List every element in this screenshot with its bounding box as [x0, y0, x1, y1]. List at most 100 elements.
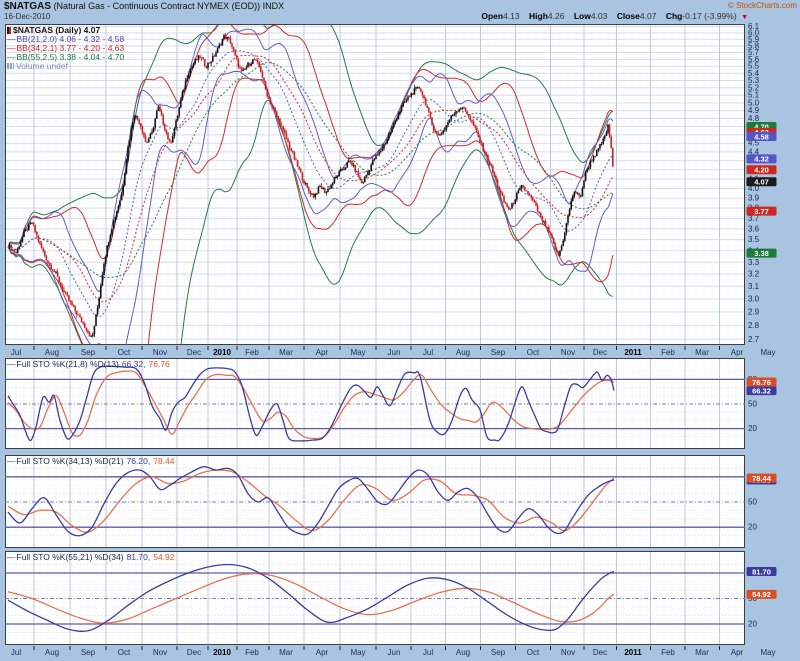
month-label: Apr — [731, 348, 744, 357]
month-label: Sep — [81, 348, 96, 357]
month-label: Sep — [81, 648, 96, 657]
month-label: Mar — [279, 648, 293, 657]
month-label: Dec — [593, 348, 607, 357]
ohlc-quote-bar: Open4.13 High4.26 Low4.03 Close4.07 Chg-… — [474, 11, 748, 21]
y-tick-label: 2.7 — [748, 335, 760, 344]
month-label: Mar — [695, 648, 709, 657]
stochastic-1-legend: Full STO %K(21,8) %D(13)66.32,76.76 — [7, 359, 170, 369]
axis-flag-label: 3.38 — [754, 249, 769, 258]
axis-flag-label: 78.44 — [752, 474, 772, 483]
month-label: 2010 — [213, 348, 231, 357]
month-label: Nov — [561, 648, 575, 657]
y-tick-label: 4.9 — [748, 106, 760, 115]
month-label: Dec — [593, 648, 607, 657]
down-arrow-icon: ▼ — [741, 14, 748, 21]
month-label: Sep — [491, 348, 506, 357]
month-label: May — [350, 348, 365, 357]
month-label: May — [760, 348, 775, 357]
y-tick-label: 20 — [748, 523, 757, 532]
copyright: © StockCharts.com — [728, 1, 797, 10]
axis-flag-label: 4.20 — [754, 166, 769, 175]
d-value: 78.44 — [153, 456, 174, 466]
month-label: Apr — [316, 348, 329, 357]
y-tick-label: 6.1 — [748, 22, 760, 31]
month-label: Aug — [456, 348, 470, 357]
y-tick-label: 3.9 — [748, 194, 760, 203]
low-label: Low — [574, 11, 591, 21]
y-tick-label: 3.5 — [748, 235, 760, 244]
month-label: 2010 — [213, 648, 231, 657]
month-label: Nov — [153, 348, 167, 357]
month-label: Jun — [388, 348, 401, 357]
close-value: 4.07 — [640, 11, 657, 21]
chart-title: $NATGAS (Natural Gas - Continuous Contra… — [4, 1, 284, 12]
y-tick-label: 20 — [748, 424, 757, 433]
open-value: 4.13 — [503, 11, 520, 21]
close-label: Close — [617, 11, 640, 21]
stochastic-panel-2: 80502076.2078.44 — [5, 455, 777, 548]
y-tick-label: 50 — [748, 400, 757, 409]
d-value: 54.92 — [153, 552, 174, 562]
month-label: May — [760, 648, 775, 657]
y-tick-label: 3.2 — [748, 270, 760, 279]
month-label: May — [350, 648, 365, 657]
month-label: Feb — [245, 648, 259, 657]
legend-volume-row: Volume undef — [7, 62, 124, 71]
price-axis-labels: 2.72.82.93.03.13.23.33.43.53.63.73.83.94… — [747, 22, 777, 344]
y-tick-label: 2.9 — [748, 307, 760, 316]
month-label: Sep — [491, 648, 506, 657]
stockcharts-chart: 2.72.82.93.03.13.23.33.43.53.63.73.83.94… — [0, 0, 800, 661]
high-label: High — [529, 11, 548, 21]
ticker-description: (Natural Gas - Continuous Contract NYMEX… — [54, 1, 285, 11]
month-label: Jul — [11, 648, 21, 657]
month-label: Feb — [245, 348, 259, 357]
month-label: Jul — [423, 348, 433, 357]
month-label: Apr — [731, 648, 744, 657]
month-label: Jul — [423, 648, 433, 657]
high-value: 4.26 — [548, 11, 565, 21]
line-swatch-icon — [7, 456, 17, 466]
month-label: 2011 — [624, 648, 642, 657]
change-value: -0.17 (-3.99%) — [682, 11, 736, 21]
month-label: Jul — [11, 348, 21, 357]
y-tick-label: 3.3 — [748, 258, 760, 267]
month-label: Nov — [153, 648, 167, 657]
month-axis-bottom: Jul Aug Sep Oct Nov Dec 2010 Feb Mar Apr May Jun Jul… — [11, 646, 776, 657]
month-label: Dec — [187, 648, 201, 657]
axis-flag-label: 54.92 — [752, 590, 771, 599]
volume-bars-icon — [7, 63, 14, 69]
k-value: 66.32, — [122, 359, 146, 369]
month-label: Jun — [388, 648, 401, 657]
stochastic-panel-3: 80502081.7054.92 — [5, 551, 777, 645]
y-tick-label: 50 — [748, 498, 757, 507]
month-label: Feb — [661, 648, 675, 657]
month-label: Mar — [695, 348, 709, 357]
month-label: Aug — [456, 648, 470, 657]
axis-flag-label: 76.76 — [752, 378, 771, 387]
chart-date: 16-Dec-2010 — [4, 12, 50, 21]
axis-flag-label: 4.07 — [754, 178, 769, 187]
month-label: Feb — [661, 348, 675, 357]
line-swatch-icon — [7, 359, 17, 369]
y-tick-label: 3.1 — [748, 282, 760, 291]
ticker-symbol: $NATGAS — [4, 1, 51, 12]
change-label: Chg — [666, 11, 683, 21]
low-value: 4.03 — [591, 11, 608, 21]
axis-flag-label: 66.32 — [752, 386, 771, 395]
stochastic-2-legend: Full STO %K(34,13) %D(21)76.20,78.44 — [7, 456, 175, 466]
axis-flag-label: 4.32 — [754, 155, 769, 164]
k-value: 76.20, — [127, 456, 151, 466]
month-label: Oct — [118, 348, 131, 357]
y-tick-label: 3.0 — [748, 294, 760, 303]
month-label: Mar — [279, 348, 293, 357]
y-tick-label: 2.8 — [748, 321, 760, 330]
stochastic-3-legend: Full STO %K(55,21) %D(34)81.70,54.92 — [7, 552, 175, 562]
month-label: Dec — [187, 348, 201, 357]
month-label: Oct — [118, 648, 131, 657]
month-label: Aug — [45, 348, 59, 357]
y-tick-label: 20 — [748, 620, 757, 629]
main-legend: $NATGAS (Daily) 4.07 BB(21,2.0) 4.06 - 4… — [7, 26, 124, 71]
stochastic-panel-1: 80502066.3276.76 — [5, 358, 777, 449]
d-value: 76.76 — [149, 359, 170, 369]
axis-flag-label: 81.70 — [752, 567, 771, 576]
